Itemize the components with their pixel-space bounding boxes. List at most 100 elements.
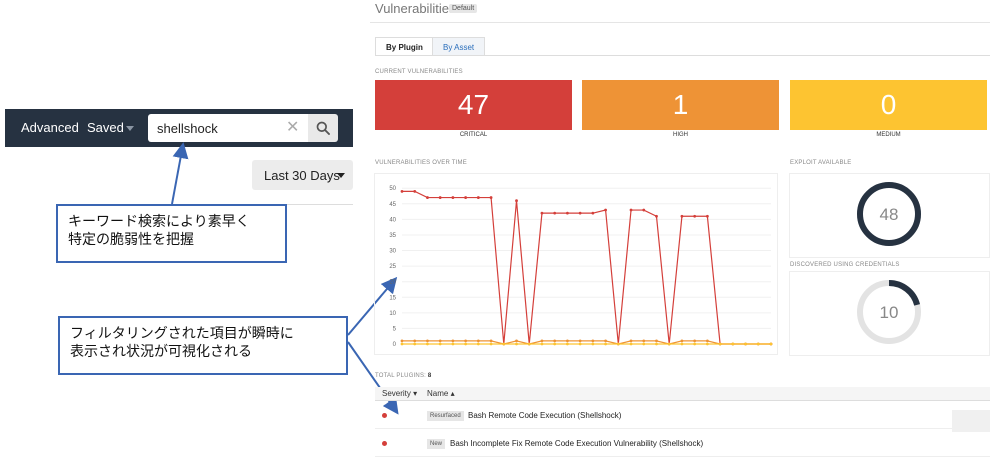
over-time-label: VULNERABILITIES OVER TIME [375,160,467,166]
high-count-tile[interactable]: 1 [582,80,779,130]
data-point[interactable] [578,339,582,343]
data-point[interactable] [604,339,607,343]
data-point[interactable] [413,189,417,193]
data-point[interactable] [566,339,569,343]
data-point[interactable] [680,342,684,346]
table-row[interactable]: Resurfaced Bash Remote Code Execution (S… [375,404,990,432]
data-point[interactable] [426,339,429,343]
data-point[interactable] [476,339,480,343]
critical-count-tile[interactable]: 47 [375,80,572,130]
data-point[interactable] [451,339,455,343]
data-point[interactable] [515,342,518,346]
data-point[interactable] [705,214,709,218]
data-point[interactable] [400,189,404,193]
data-point[interactable] [693,339,697,343]
data-point[interactable] [578,211,582,215]
data-point[interactable] [705,339,709,343]
name-column-header[interactable]: Name ▴ [427,389,455,398]
data-point[interactable] [553,342,557,346]
data-point[interactable] [476,342,480,346]
data-point[interactable] [426,342,429,346]
data-point[interactable] [604,342,607,346]
plugin-name[interactable]: Bash Incomplete Fix Remote Code Executio… [450,439,703,448]
data-point[interactable] [553,211,557,215]
data-point[interactable] [426,196,429,199]
data-point[interactable] [515,339,518,343]
tab-by-asset[interactable]: By Asset [432,37,486,56]
data-point[interactable] [540,339,544,343]
data-point[interactable] [566,211,569,215]
data-point[interactable] [642,339,646,343]
data-point[interactable] [464,342,468,346]
data-point[interactable] [731,342,735,346]
tab-by-plugin[interactable]: By Plugin [375,37,434,56]
data-point[interactable] [451,196,455,199]
data-point[interactable] [489,196,493,199]
data-point[interactable] [642,208,646,212]
data-point[interactable] [591,339,595,343]
divider [375,55,990,56]
credentials-panel: 10 [789,271,990,356]
data-point[interactable] [438,196,442,199]
default-badge: Default [449,4,478,13]
data-point[interactable] [655,342,658,346]
data-point[interactable] [642,342,646,346]
data-point[interactable] [578,342,582,346]
credentials-donut[interactable]: 10 [790,272,990,357]
data-point[interactable] [540,211,544,215]
data-point[interactable] [655,339,658,343]
y-tick-label: 45 [389,202,396,208]
data-point[interactable] [553,339,557,343]
data-point[interactable] [502,342,506,346]
y-tick-label: 30 [389,249,396,255]
data-point[interactable] [705,342,709,346]
severity-column-header[interactable]: Severity ▾ [382,389,417,398]
data-point[interactable] [629,208,633,212]
data-point[interactable] [744,342,747,346]
data-point[interactable] [680,339,684,343]
data-point[interactable] [629,339,633,343]
data-point[interactable] [591,342,595,346]
data-point[interactable] [489,342,493,346]
data-point[interactable] [489,339,493,343]
data-point[interactable] [464,196,468,199]
data-point[interactable] [680,214,684,218]
data-point[interactable] [540,342,544,346]
plugin-name[interactable]: Bash Remote Code Execution (Shellshock) [468,411,621,420]
data-point[interactable] [591,211,595,215]
data-point[interactable] [438,339,442,343]
data-point[interactable] [527,342,531,346]
y-tick-label: 5 [393,326,397,332]
page-title: Vulnerabilities [375,1,456,16]
data-point[interactable] [476,196,480,199]
data-point[interactable] [400,339,404,343]
data-point[interactable] [604,208,607,212]
row-action-button[interactable] [952,410,990,432]
chart-panel: 0 5 10 15 20 25 30 35 40 45 50 [374,173,778,355]
data-point[interactable] [756,342,760,346]
exploit-donut[interactable]: 48 [790,174,990,259]
data-point[interactable] [667,342,671,346]
high-caption: HIGH [673,132,688,138]
data-point[interactable] [693,214,697,218]
data-point[interactable] [769,342,773,346]
y-tick-label: 50 [389,186,396,192]
data-point[interactable] [655,214,658,218]
data-point[interactable] [718,342,722,346]
data-point[interactable] [566,342,569,346]
data-point[interactable] [693,342,697,346]
y-tick-label: 10 [389,311,396,317]
data-point[interactable] [464,339,468,343]
data-point[interactable] [616,342,620,346]
data-point[interactable] [629,342,633,346]
data-point[interactable] [438,342,442,346]
data-point[interactable] [400,342,404,346]
data-point[interactable] [515,199,518,203]
data-point[interactable] [413,342,417,346]
divider [370,22,990,23]
series-line-0 [402,190,771,345]
medium-count-tile[interactable]: 0 [790,80,987,130]
table-row[interactable]: New Bash Incomplete Fix Remote Code Exec… [375,432,990,457]
data-point[interactable] [451,342,455,346]
data-point[interactable] [413,339,417,343]
